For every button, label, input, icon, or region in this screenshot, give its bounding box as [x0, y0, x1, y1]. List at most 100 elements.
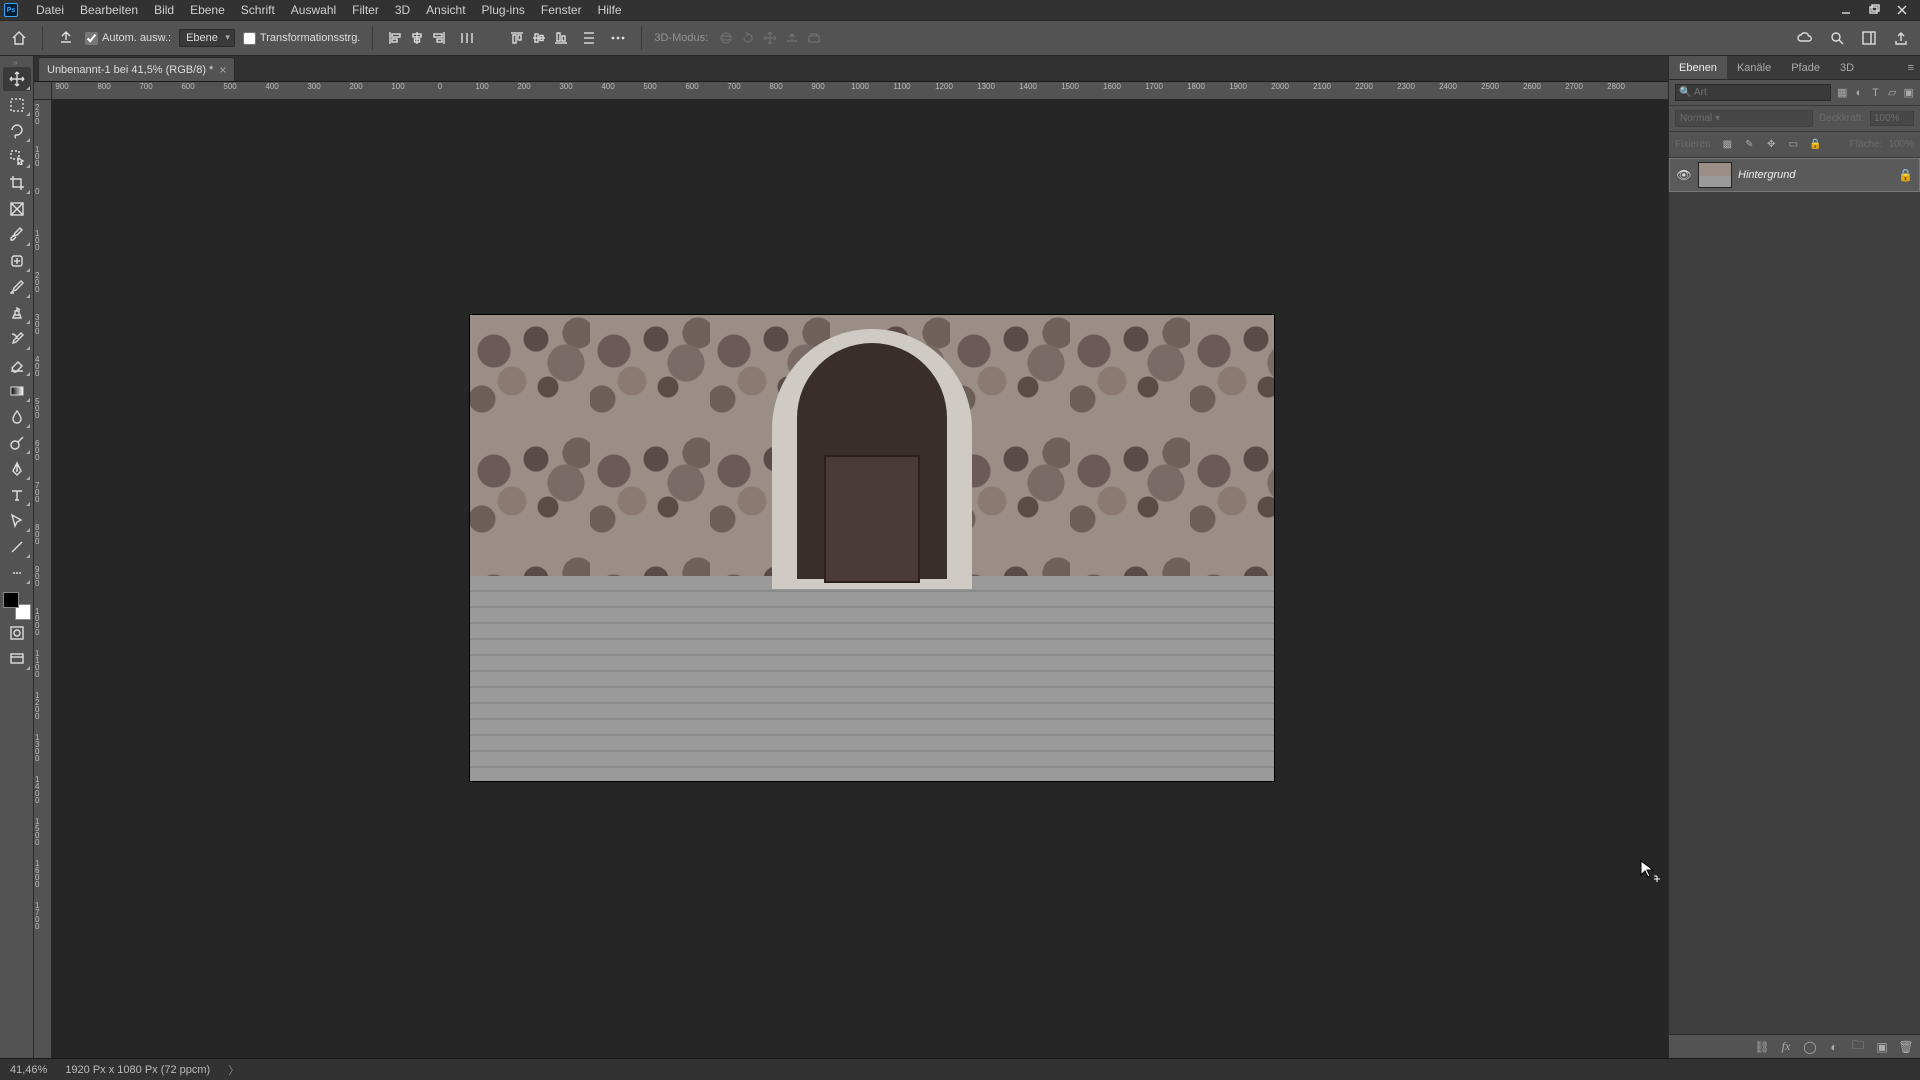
lock-all-icon[interactable]: 🔒	[1807, 137, 1823, 153]
lock-transparency-icon[interactable]: ▩	[1719, 137, 1735, 153]
align-right-icon[interactable]	[429, 28, 449, 48]
menu-plug-ins[interactable]: Plug-ins	[474, 1, 533, 19]
eraser-tool[interactable]	[3, 353, 31, 377]
blur-tool[interactable]	[3, 405, 31, 429]
auto-select-target-dropdown[interactable]: Ebene	[179, 29, 235, 47]
hand-tool[interactable]	[3, 561, 31, 585]
layer-visibility-icon[interactable]: 👁	[1676, 168, 1692, 182]
window-close-button[interactable]	[1888, 0, 1916, 20]
search-button[interactable]	[1826, 27, 1848, 49]
panel-tab-ebenen[interactable]: Ebenen	[1669, 56, 1727, 79]
window-restore-button[interactable]	[1860, 0, 1888, 20]
link-layers-icon[interactable]: ⛓	[1754, 1039, 1770, 1055]
horizontal-ruler[interactable]: 9008007006005004003002001000100200300400…	[52, 82, 1668, 100]
menu-schrift[interactable]: Schrift	[233, 1, 283, 19]
menu-ansicht[interactable]: Ansicht	[418, 1, 473, 19]
move-tool[interactable]	[3, 67, 31, 91]
eyedropper-tool[interactable]	[3, 223, 31, 247]
menu-datei[interactable]: Datei	[28, 1, 72, 19]
menu-fenster[interactable]: Fenster	[533, 1, 590, 19]
panel-tab-pfade[interactable]: Pfade	[1781, 56, 1830, 79]
panel-tab-3d[interactable]: 3D	[1830, 56, 1864, 79]
panel-tab-kanäle[interactable]: Kanäle	[1727, 56, 1781, 79]
filter-shape-icon[interactable]: ▱	[1887, 84, 1898, 102]
panel-menu-icon[interactable]: ≡	[1902, 62, 1920, 74]
new-layer-icon[interactable]: ▣	[1874, 1039, 1890, 1055]
fill-value[interactable]: 100%	[1888, 139, 1914, 150]
share-button[interactable]	[1890, 27, 1912, 49]
dodge-tool[interactable]	[3, 431, 31, 455]
home-button[interactable]	[8, 27, 30, 49]
align-left-icon[interactable]	[385, 28, 405, 48]
align-vcenter-icon[interactable]	[529, 28, 549, 48]
canvas-viewport[interactable]	[52, 100, 1668, 1058]
lasso-tool[interactable]	[3, 119, 31, 143]
layer-row[interactable]: 👁 Hintergrund 🔒	[1669, 158, 1920, 192]
layer-fx-icon[interactable]: fx	[1778, 1039, 1794, 1055]
status-docinfo[interactable]: 1920 Px x 1080 Px (72 ppcm)	[65, 1064, 210, 1076]
delete-layer-icon[interactable]: 🗑	[1898, 1039, 1914, 1055]
ruler-origin[interactable]	[34, 82, 52, 100]
filter-adjust-icon[interactable]: ◐	[1854, 84, 1865, 102]
menu-hilfe[interactable]: Hilfe	[590, 1, 630, 19]
gradient-tool[interactable]	[3, 379, 31, 403]
status-zoom[interactable]: 41,46%	[10, 1064, 47, 1076]
menu-3d[interactable]: 3D	[387, 1, 418, 19]
layer-thumbnail[interactable]	[1698, 162, 1732, 188]
path-select-tool[interactable]	[3, 509, 31, 533]
layer-group-icon[interactable]: 🗀	[1850, 1039, 1866, 1055]
menu-bearbeiten[interactable]: Bearbeiten	[72, 1, 146, 19]
type-tool[interactable]	[3, 483, 31, 507]
history-brush-tool[interactable]	[3, 327, 31, 351]
distribute-h-icon[interactable]	[457, 28, 477, 48]
cloud-docs-button[interactable]	[1794, 27, 1816, 49]
lock-icon: 🔒	[1898, 168, 1913, 182]
opacity-value[interactable]: 100%	[1870, 111, 1914, 126]
lock-position-icon[interactable]: ✥	[1763, 137, 1779, 153]
auto-select-checkbox[interactable]: Autom. ausw.:	[85, 32, 171, 45]
brush-tool[interactable]	[3, 275, 31, 299]
align-bottom-icon[interactable]	[551, 28, 571, 48]
layers-panel: EbenenKanälePfade3D≡ 🔍 ▦ ◐ T ▱ ▣ Normal …	[1668, 56, 1920, 1058]
distribute-v-icon[interactable]	[579, 28, 599, 48]
frame-tool[interactable]	[3, 197, 31, 221]
status-more-icon[interactable]: 〉	[228, 1062, 239, 1078]
filter-pixel-icon[interactable]: ▦	[1837, 84, 1848, 102]
marquee-tool[interactable]	[3, 93, 31, 117]
menu-auswahl[interactable]: Auswahl	[283, 1, 344, 19]
pen-tool[interactable]	[3, 457, 31, 481]
window-minimize-button[interactable]	[1832, 0, 1860, 20]
menu-ebene[interactable]: Ebene	[182, 1, 233, 19]
clone-stamp-tool[interactable]	[3, 301, 31, 325]
lock-artboard-icon[interactable]: ▭	[1785, 137, 1801, 153]
toolbox-grip-icon[interactable]: »	[3, 58, 31, 66]
layer-mask-icon[interactable]: ◯	[1802, 1039, 1818, 1055]
layer-filter-input[interactable]	[1675, 84, 1831, 101]
layer-name[interactable]: Hintergrund	[1738, 169, 1892, 181]
close-tab-icon[interactable]: ×	[219, 63, 226, 77]
shape-tool[interactable]	[3, 535, 31, 559]
menu-filter[interactable]: Filter	[344, 1, 387, 19]
document-tab[interactable]: Unbenannt-1 bei 41,5% (RGB/8) * ×	[38, 57, 235, 81]
more-align-button[interactable]	[607, 27, 629, 49]
menu-bild[interactable]: Bild	[146, 1, 182, 19]
layers-list[interactable]: 👁 Hintergrund 🔒	[1669, 158, 1920, 1034]
tool-preset-button[interactable]	[55, 27, 77, 49]
screenmode-button[interactable]	[3, 647, 31, 671]
filter-smart-icon[interactable]: ▣	[1903, 84, 1914, 102]
healing-brush-tool[interactable]	[3, 249, 31, 273]
transform-controls-checkbox[interactable]: Transformationsstrg.	[243, 32, 360, 45]
workspace-button[interactable]	[1858, 27, 1880, 49]
blend-mode-dropdown[interactable]: Normal ▾	[1675, 110, 1813, 127]
crop-tool[interactable]	[3, 171, 31, 195]
quick-select-tool[interactable]	[3, 145, 31, 169]
adjustment-layer-icon[interactable]: ◐	[1826, 1039, 1842, 1055]
ruler-h-tick: 400	[601, 82, 614, 91]
align-hcenter-icon[interactable]	[407, 28, 427, 48]
lock-paint-icon[interactable]: ✎	[1741, 137, 1757, 153]
vertical-ruler[interactable]: 2001000100200300400500600700800900100011…	[34, 100, 52, 1058]
quickmask-button[interactable]	[3, 621, 31, 645]
color-swatch[interactable]	[3, 592, 31, 620]
filter-type-icon[interactable]: T	[1870, 84, 1881, 102]
align-top-icon[interactable]	[507, 28, 527, 48]
